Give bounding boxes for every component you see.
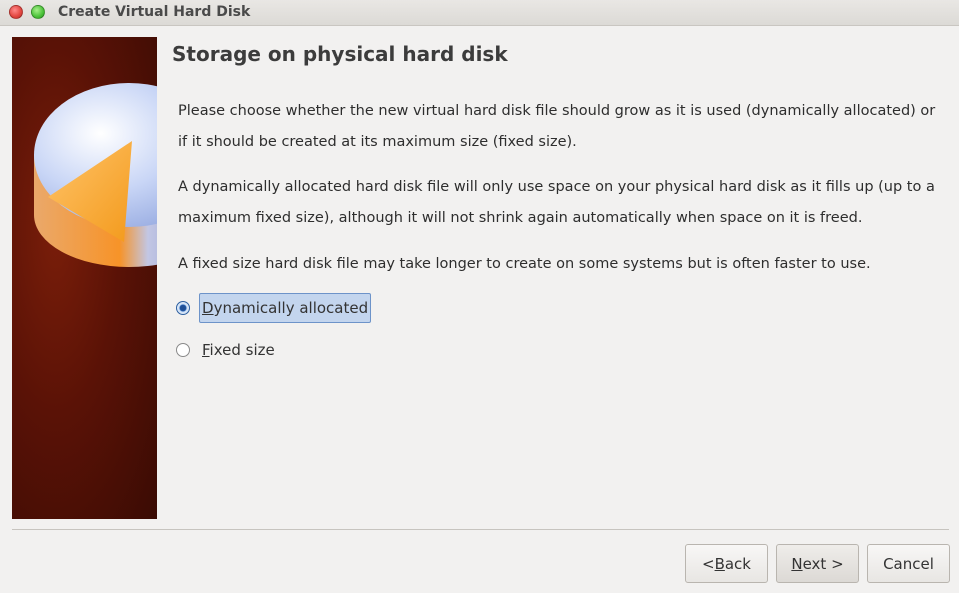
next-button[interactable]: Next >: [776, 544, 859, 583]
cancel-button[interactable]: Cancel: [867, 544, 950, 583]
fixed-size-label[interactable]: Fixed size: [199, 337, 278, 363]
dynamic-explanation-paragraph: A dynamically allocated hard disk file w…: [178, 179, 935, 226]
page-title: Storage on physical hard disk: [172, 42, 508, 66]
description-paragraph: Please choose whether the new virtual ha…: [178, 103, 936, 150]
maximize-icon[interactable]: [31, 5, 45, 19]
back-button[interactable]: < Back: [685, 544, 768, 583]
fixed-size-option[interactable]: Fixed size: [176, 335, 278, 365]
dynamically-allocated-radio[interactable]: [176, 301, 190, 315]
close-icon[interactable]: [9, 5, 23, 19]
fixed-size-radio[interactable]: [176, 343, 190, 357]
dynamically-allocated-option[interactable]: Dynamically allocated: [176, 293, 372, 323]
footer-separator: [12, 529, 949, 530]
title-bar: Create Virtual Hard Disk: [0, 0, 959, 26]
dynamically-allocated-label[interactable]: Dynamically allocated: [199, 293, 372, 323]
window-title: Create Virtual Hard Disk: [58, 4, 251, 20]
fixed-explanation-paragraph: A fixed size hard disk file may take lon…: [178, 256, 871, 272]
hard-disk-pie-icon: [34, 83, 157, 267]
wizard-banner: [12, 37, 157, 519]
window-left-edge: [0, 26, 4, 593]
